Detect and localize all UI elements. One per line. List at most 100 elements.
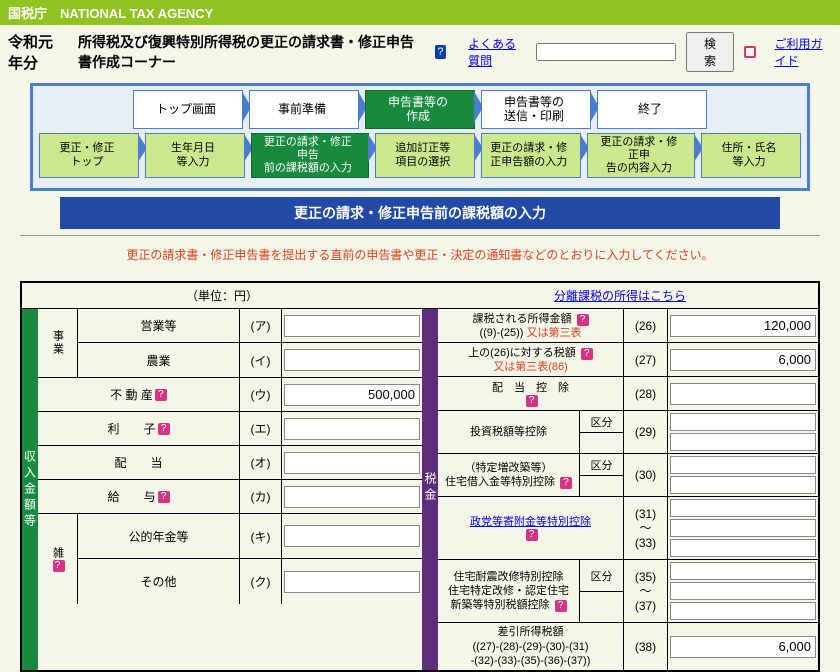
kana-ka: (カ) [240, 480, 282, 513]
nav2-amount[interactable]: 更正の請求・修 正申告額の入力 [481, 133, 581, 179]
label-eigyo: 営業等 [78, 309, 240, 342]
r35-label: 住宅耐震改修特別控除住宅特定改修・認定住宅新築等特別税額控除 ? [438, 560, 580, 622]
r31-link[interactable]: 政党等寄附金等特別控除 [470, 515, 591, 529]
input-r33[interactable] [670, 539, 816, 557]
r35-num: (35) ～ (37) [624, 560, 668, 622]
input-r28[interactable] [670, 383, 816, 405]
input-table: （単位：円） 分離課税の所得はこちら 収入金額等 事業 営業等 (ア) 農業 (… [20, 281, 820, 672]
input-nogyo[interactable] [284, 349, 420, 371]
input-rishi[interactable] [284, 418, 420, 440]
kana-ku: (ク) [240, 559, 282, 604]
unit-label: （単位：円） [22, 283, 422, 308]
input-r36[interactable] [670, 582, 816, 600]
input-sonota[interactable] [284, 571, 420, 593]
label-nogyo: 農業 [78, 343, 240, 377]
nav-send[interactable]: 申告書等の 送信・印刷 [481, 90, 591, 129]
nav-create[interactable]: 申告書等の 作成 [365, 90, 475, 129]
tax-spine: 税金 [422, 309, 438, 670]
help-icon[interactable]: ? [555, 600, 567, 612]
search-button[interactable]: 検 索 [686, 32, 735, 72]
page-title: 所得税及び復興特別所得税の更正の請求書・修正申告書作成コーナー [78, 32, 425, 72]
input-r32[interactable] [670, 519, 816, 537]
nav2-current[interactable]: 更正の請求・修正申告 前の課税額の入力 [251, 133, 369, 179]
help-icon[interactable]: ? [560, 477, 572, 489]
r29-kubun: 区分 [580, 411, 623, 433]
title-bar: 令和元年分 所得税及び復興特別所得税の更正の請求書・修正申告書作成コーナー ? … [0, 25, 840, 79]
tax-year: 令和元年分 [8, 31, 68, 73]
help-icon[interactable]: ? [53, 560, 65, 572]
nav-prep[interactable]: 事前準備 [249, 90, 359, 129]
r28-num: (28) [624, 377, 668, 410]
input-r31[interactable] [670, 499, 816, 517]
nav-container: トップ画面 事前準備 申告書等の 作成 申告書等の 送信・印刷 終了 更正・修正… [30, 83, 810, 191]
input-kyuyo[interactable] [284, 486, 420, 508]
r27-num: (27) [624, 343, 668, 376]
input-r29a[interactable] [670, 413, 816, 431]
input-r38[interactable] [670, 636, 816, 658]
input-nenkin[interactable] [284, 525, 420, 547]
nav-row-2: 更正・修正 トップ 生年月日 等入力 更正の請求・修正申告 前の課税額の入力 追… [39, 133, 801, 179]
right-column: 課税される所得金額 ? ((9)-(25)) 又は第三表 (26) 上の(26)… [438, 309, 818, 670]
r35-kubun: 区分 [580, 560, 623, 592]
label-nenkin: 公的年金等 [78, 514, 240, 558]
r31-num: (31) ～ (33) [624, 497, 668, 559]
separate-tax-link[interactable]: 分離課税の所得はこちら [554, 289, 686, 303]
kana-a: (ア) [240, 309, 282, 342]
input-fudosan[interactable] [284, 384, 420, 406]
kana-u: (ウ) [240, 378, 282, 411]
r26-label: 課税される所得金額 ? ((9)-(25)) 又は第三表 [438, 309, 624, 342]
nav2-items[interactable]: 追加訂正等 項目の選択 [375, 133, 475, 179]
guide-link[interactable]: ご利用ガイド [774, 35, 832, 69]
income-spine: 収入金額等 [22, 309, 38, 670]
r29-num: (29) [624, 411, 668, 453]
help-icon[interactable]: ? [155, 389, 167, 401]
r30-num: (30) [624, 454, 668, 496]
divider [20, 235, 820, 236]
nav2-content[interactable]: 更正の請求・修正申 告の内容入力 [587, 133, 695, 179]
instruction-text: 更正の請求書・修正申告書を提出する直前の申告書や更正・決定の通知書などのとおりに… [0, 246, 840, 263]
faq-link[interactable]: よくある質問 [468, 35, 526, 69]
nav-top[interactable]: トップ画面 [133, 90, 243, 129]
guide-icon [744, 46, 756, 58]
label-sonota: その他 [78, 559, 240, 604]
input-r27[interactable] [670, 349, 816, 371]
input-r26[interactable] [670, 315, 816, 337]
input-r37[interactable] [670, 602, 816, 620]
nav-end[interactable]: 終了 [597, 90, 707, 129]
r30-label: （特定増改築等）住宅借入金等特別控除 ? [438, 454, 580, 496]
help-icon[interactable]: ? [526, 395, 538, 407]
input-r35[interactable] [670, 562, 816, 580]
help-icon[interactable]: ? [577, 314, 589, 326]
nav2-top[interactable]: 更正・修正 トップ [39, 133, 139, 179]
label-kyuyo: 給 与? [38, 480, 240, 513]
input-r30a[interactable] [670, 456, 816, 474]
help-icon[interactable]: ? [526, 529, 538, 541]
r38-label: 差引所得税額((27)-(28)-(29)-(30)-(31)-(32)-(33… [438, 623, 624, 670]
section-banner: 更正の請求・修正申告前の課税額の入力 [60, 197, 780, 229]
input-r30b[interactable] [670, 476, 816, 494]
nav-row-1: トップ画面 事前準備 申告書等の 作成 申告書等の 送信・印刷 終了 [39, 90, 801, 129]
help-icon[interactable]: ? [581, 348, 593, 360]
left-column: 事業 営業等 (ア) 農業 (イ) 不 動 産? (ウ [38, 309, 422, 670]
r27-label: 上の(26)に対する税額 ? 又は第三表(86) [438, 343, 624, 376]
r26-num: (26) [624, 309, 668, 342]
input-eigyo[interactable] [284, 315, 420, 337]
search-input[interactable] [536, 43, 676, 61]
label-rishi: 利 子? [38, 412, 240, 445]
r31-label: 政党等寄附金等特別控除 ? [438, 497, 624, 559]
kana-o: (オ) [240, 446, 282, 479]
kana-e: (エ) [240, 412, 282, 445]
label-fudosan: 不 動 産? [38, 378, 240, 411]
nav2-address[interactable]: 住所・氏名 等入力 [701, 133, 801, 179]
kana-i: (イ) [240, 343, 282, 377]
r30-kubun: 区分 [580, 454, 623, 476]
help-icon[interactable]: ? [158, 423, 170, 435]
agency-header: 国税庁 NATIONAL TAX AGENCY [0, 0, 840, 25]
input-haito[interactable] [284, 452, 420, 474]
r28-label: 配 当 控 除 ? [438, 377, 624, 410]
r38-num: (38) [624, 623, 668, 670]
help-icon[interactable]: ? [158, 491, 170, 503]
input-r29b[interactable] [670, 433, 816, 451]
unit-row: （単位：円） 分離課税の所得はこちら [22, 283, 818, 309]
nav2-birth[interactable]: 生年月日 等入力 [145, 133, 245, 179]
